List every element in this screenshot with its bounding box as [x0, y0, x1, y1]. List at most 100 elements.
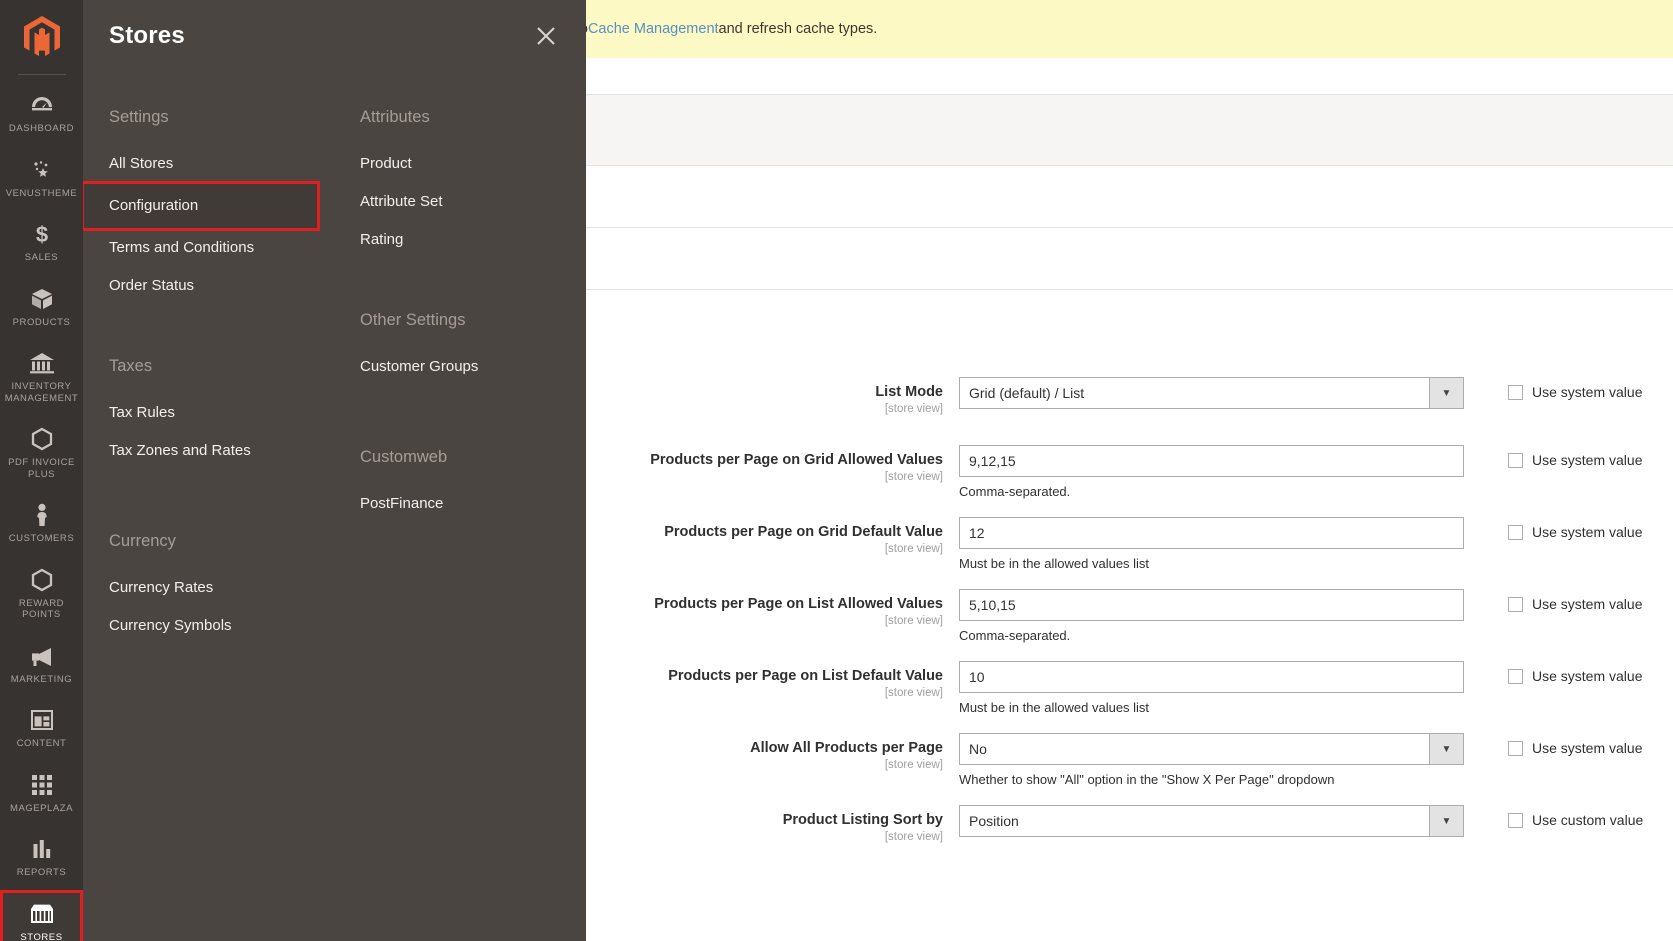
sidebar-item-stores[interactable]: STORES	[0, 889, 83, 941]
field-hint: Comma-separated.	[959, 628, 1071, 643]
sidebar-item-customers[interactable]: CUSTOMERS	[0, 491, 83, 556]
checkbox[interactable]	[1508, 740, 1523, 756]
checkbox-label: Use system value	[1532, 596, 1643, 612]
checkbox-label: Use system value	[1532, 384, 1643, 400]
grid-default-value-input[interactable]: 12	[959, 517, 1464, 549]
input-value: 5,10,15	[969, 597, 1016, 613]
menu-item-configuration[interactable]: Configuration	[81, 181, 320, 231]
sparkle-icon	[30, 157, 54, 183]
product-listing-sort-select[interactable]: Position ▼	[959, 805, 1464, 837]
sidebar-item-label: SALES	[24, 252, 59, 263]
notice-text-after: and refresh cache types.	[718, 21, 878, 37]
sidebar-item-mageplaza[interactable]: MAGEPLAZA	[0, 761, 83, 826]
menu-item-tax-rules[interactable]: Tax Rules	[109, 394, 334, 432]
checkbox-label: Use system value	[1532, 668, 1643, 684]
use-system-value-list-allowed[interactable]: Use system value	[1464, 589, 1642, 612]
menu-item-postfinance[interactable]: PostFinance	[360, 485, 585, 523]
field-hint: Must be in the allowed values list	[959, 700, 1150, 715]
use-system-value-grid-allowed[interactable]: Use system value	[1464, 445, 1642, 468]
menu-group-other-settings-title: Other Settings	[360, 311, 466, 329]
menu-item-currency-rates[interactable]: Currency Rates	[109, 569, 334, 607]
list-allowed-values-input[interactable]: 5,10,15	[959, 589, 1464, 621]
checkbox[interactable]	[1508, 452, 1523, 468]
field-control: No ▼ Whether to show "All" option in the…	[959, 733, 1464, 787]
menu-title: Stores	[109, 22, 185, 49]
bank-icon	[29, 350, 55, 376]
hexagon-icon	[30, 567, 54, 593]
grid-allowed-values-input[interactable]: 9,12,15	[959, 445, 1464, 477]
menu-header: Stores	[83, 0, 586, 76]
checkbox[interactable]	[1508, 812, 1523, 828]
checkbox[interactable]	[1508, 596, 1523, 612]
menu-column-1: Settings All Stores Configuration Terms …	[81, 90, 334, 645]
field-hint: Comma-separated.	[959, 484, 1071, 499]
menu-group-taxes-title: Taxes	[109, 357, 153, 375]
sidebar-item-sales[interactable]: $ SALES	[0, 210, 83, 275]
sidebar-item-reports[interactable]: REPORTS	[0, 825, 83, 890]
field-control: 5,10,15 Comma-separated.	[959, 589, 1464, 643]
menu-item-terms-and-conditions[interactable]: Terms and Conditions	[109, 229, 334, 267]
sidebar-item-label: CONTENT	[16, 738, 67, 749]
menu-item-rating[interactable]: Rating	[360, 221, 585, 259]
menu-group-attributes-title: Attributes	[360, 108, 430, 126]
select-value: No	[969, 741, 987, 757]
person-icon	[33, 502, 51, 528]
menu-item-order-status[interactable]: Order Status	[109, 267, 334, 305]
use-system-value-list-mode[interactable]: Use system value	[1464, 377, 1642, 400]
chevron-down-icon[interactable]: ▼	[1429, 378, 1463, 408]
field-control: Grid (default) / List ▼	[959, 377, 1464, 409]
close-icon[interactable]	[530, 20, 562, 52]
sidebar-item-label: PRODUCTS	[12, 316, 71, 328]
menu-columns: Settings All Stores Configuration Terms …	[81, 76, 586, 645]
chevron-down-icon[interactable]: ▼	[1429, 734, 1463, 764]
menu-item-all-stores[interactable]: All Stores	[109, 145, 334, 183]
sidebar-item-content[interactable]: CONTENT	[0, 696, 83, 761]
megaphone-icon	[29, 643, 55, 669]
list-mode-select[interactable]: Grid (default) / List ▼	[959, 377, 1464, 409]
menu-item-tax-zones-and-rates[interactable]: Tax Zones and Rates	[109, 432, 334, 470]
sidebar-item-pdf-invoice-plus[interactable]: PDF INVOICE PLUS	[0, 415, 83, 491]
menu-item-attribute-set[interactable]: Attribute Set	[360, 183, 585, 221]
sidebar-item-inventory-management[interactable]: INVENTORY MANAGEMENT	[0, 339, 83, 415]
checkbox[interactable]	[1508, 524, 1523, 540]
magento-logo[interactable]	[0, 0, 83, 74]
checkbox-label: Use custom value	[1532, 812, 1644, 828]
menu-group-customweb-title: Customweb	[360, 448, 448, 466]
field-hint: Must be in the allowed values list	[959, 556, 1150, 571]
menu-item-currency-symbols[interactable]: Currency Symbols	[109, 607, 334, 645]
use-system-value-allow-all[interactable]: Use system value	[1464, 733, 1642, 756]
sidebar-item-dashboard[interactable]: DASHBOARD	[0, 81, 83, 146]
grid-icon	[31, 772, 53, 798]
menu-item-product[interactable]: Product	[360, 145, 585, 183]
input-value: 12	[969, 525, 985, 541]
sidebar-item-venustheme[interactable]: VENUSTHEME	[0, 146, 83, 211]
sidebar-item-label: VENUSTHEME	[5, 187, 78, 199]
field-control: Position ▼	[959, 805, 1464, 837]
use-custom-value-sort-by[interactable]: Use custom value	[1464, 805, 1643, 828]
sidebar-item-marketing[interactable]: MARKETING	[0, 632, 83, 697]
svg-text:$: $	[35, 222, 47, 246]
select-value: Position	[969, 813, 1019, 829]
checkbox-label: Use system value	[1532, 524, 1643, 540]
list-default-value-input[interactable]: 10	[959, 661, 1464, 693]
allow-all-products-select[interactable]: No ▼	[959, 733, 1464, 765]
stores-menu-panel: Stores Settings All Stores Configuration…	[81, 0, 586, 941]
cache-management-link[interactable]: Cache Management	[588, 21, 719, 37]
menu-item-customer-groups[interactable]: Customer Groups	[360, 348, 585, 386]
sidebar-item-reward-points[interactable]: REWARD POINTS	[0, 556, 83, 632]
magento-admin-screen: One or more of the Cache Types are inval…	[0, 0, 1673, 941]
sidebar-item-label: DASHBOARD	[8, 123, 75, 134]
sidebar-divider	[17, 74, 66, 75]
sidebar-item-products[interactable]: PRODUCTS	[0, 275, 83, 340]
checkbox[interactable]	[1508, 384, 1523, 400]
sidebar-item-label: MAGEPLAZA	[9, 802, 74, 814]
checkbox[interactable]	[1508, 668, 1523, 684]
input-value: 10	[969, 669, 985, 685]
use-system-value-grid-default[interactable]: Use system value	[1464, 517, 1642, 540]
chevron-down-icon[interactable]: ▼	[1429, 806, 1463, 836]
dollar-icon: $	[31, 221, 53, 247]
menu-group-currency-title: Currency	[109, 532, 176, 550]
sidebar-item-label: PDF INVOICE PLUS	[8, 457, 75, 480]
select-value: Grid (default) / List	[969, 385, 1085, 401]
use-system-value-list-default[interactable]: Use system value	[1464, 661, 1642, 684]
